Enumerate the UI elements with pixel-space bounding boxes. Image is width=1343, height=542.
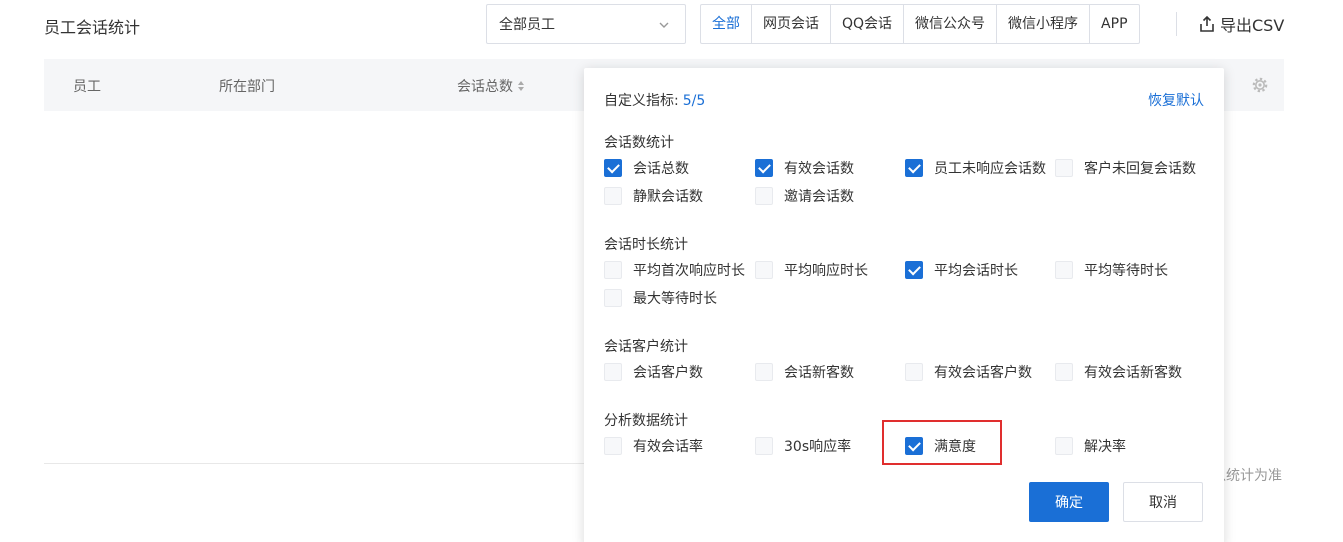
header-divider xyxy=(1176,12,1177,36)
option-session-new-customers[interactable]: 会话新客数 xyxy=(755,362,854,382)
checkbox[interactable] xyxy=(755,437,773,455)
checkbox[interactable] xyxy=(604,363,622,381)
export-icon xyxy=(1200,15,1214,32)
checkbox[interactable] xyxy=(1055,363,1073,381)
column-total-sessions-label: 会话总数 xyxy=(457,79,513,95)
checkbox[interactable] xyxy=(905,261,923,279)
option-label: 有效会话客户数 xyxy=(934,365,1032,381)
tab-all[interactable]: 全部 xyxy=(701,5,752,43)
checkbox[interactable] xyxy=(755,261,773,279)
option-total-sessions[interactable]: 会话总数 xyxy=(604,158,689,178)
checkbox[interactable] xyxy=(604,261,622,279)
group-title-session-customers: 会话客户统计 xyxy=(604,339,688,355)
checkbox[interactable] xyxy=(604,289,622,307)
option-label: 有效会话数 xyxy=(784,161,854,177)
option-label: 平均会话时长 xyxy=(934,263,1018,279)
column-employee: 员工 xyxy=(73,79,101,95)
panel-header: 自定义指标: 5/5 xyxy=(604,90,705,110)
option-unresponded-sessions[interactable]: 员工未响应会话数 xyxy=(905,158,1046,178)
option-label: 邀请会话数 xyxy=(784,189,854,205)
option-label: 员工未响应会话数 xyxy=(934,161,1046,177)
table-bottom-divider xyxy=(44,463,589,464)
column-total-sessions[interactable]: 会话总数 xyxy=(457,76,525,96)
checkbox[interactable] xyxy=(604,187,622,205)
option-valid-session-new-customers[interactable]: 有效会话新客数 xyxy=(1055,362,1182,382)
checkbox[interactable] xyxy=(905,363,923,381)
checkbox[interactable] xyxy=(1055,437,1073,455)
employee-select-value: 全部员工 xyxy=(499,17,555,33)
checkbox[interactable] xyxy=(755,159,773,177)
option-customer-no-reply[interactable]: 客户未回复会话数 xyxy=(1055,158,1196,178)
employee-select[interactable]: 全部员工 xyxy=(486,4,686,44)
cancel-button[interactable]: 取消 xyxy=(1123,482,1203,522)
checkbox[interactable] xyxy=(755,187,773,205)
option-avg-wait[interactable]: 平均等待时长 xyxy=(1055,260,1168,280)
checkbox[interactable] xyxy=(604,437,622,455)
gear-icon[interactable] xyxy=(1250,75,1270,95)
chevron-down-icon xyxy=(659,22,669,28)
option-resolution-rate[interactable]: 解决率 xyxy=(1055,436,1126,456)
group-title-analysis: 分析数据统计 xyxy=(604,413,688,429)
checkbox[interactable] xyxy=(905,159,923,177)
option-avg-session-duration[interactable]: 平均会话时长 xyxy=(905,260,1018,280)
option-session-customers[interactable]: 会话客户数 xyxy=(604,362,703,382)
sort-icon xyxy=(518,81,524,91)
option-valid-sessions[interactable]: 有效会话数 xyxy=(755,158,854,178)
option-label: 会话客户数 xyxy=(633,365,703,381)
option-label: 会话总数 xyxy=(633,161,689,177)
option-label: 静默会话数 xyxy=(633,189,703,205)
group-title-session-count: 会话数统计 xyxy=(604,135,674,151)
option-valid-session-customers[interactable]: 有效会话客户数 xyxy=(905,362,1032,382)
option-label: 平均等待时长 xyxy=(1084,263,1168,279)
checkbox[interactable] xyxy=(755,363,773,381)
option-label: 客户未回复会话数 xyxy=(1084,161,1196,177)
highlight-box xyxy=(882,420,1002,465)
restore-default-link[interactable]: 恢复默认 xyxy=(1148,90,1204,110)
option-label: 有效会话新客数 xyxy=(1084,365,1182,381)
confirm-button[interactable]: 确定 xyxy=(1029,482,1109,522)
option-max-wait[interactable]: 最大等待时长 xyxy=(604,288,717,308)
checkbox[interactable] xyxy=(1055,159,1073,177)
option-label: 最大等待时长 xyxy=(633,291,717,307)
option-invited-sessions[interactable]: 邀请会话数 xyxy=(755,186,854,206)
custom-metrics-panel: 自定义指标: 5/5 恢复默认 会话数统计 会话总数 有效会话数 员工未响应会话数… xyxy=(584,68,1224,542)
option-label: 解决率 xyxy=(1084,439,1126,455)
option-avg-response[interactable]: 平均响应时长 xyxy=(755,260,868,280)
checkbox[interactable] xyxy=(604,159,622,177)
channel-tabs: 全部 网页会话 QQ会话 微信公众号 微信小程序 APP xyxy=(700,4,1140,44)
tab-app[interactable]: APP xyxy=(1090,5,1138,43)
option-label: 平均响应时长 xyxy=(784,263,868,279)
tab-wechat-miniprogram[interactable]: 微信小程序 xyxy=(997,5,1091,43)
option-label: 会话新客数 xyxy=(784,365,854,381)
option-label: 30s响应率 xyxy=(784,439,852,455)
selected-count: 5/5 xyxy=(682,93,706,109)
option-label: 有效会话率 xyxy=(633,439,703,455)
page-title: 员工会话统计 xyxy=(44,18,141,37)
option-valid-session-rate[interactable]: 有效会话率 xyxy=(604,436,703,456)
group-title-session-duration: 会话时长统计 xyxy=(604,237,688,253)
option-label: 平均首次响应时长 xyxy=(633,263,745,279)
column-department: 所在部门 xyxy=(219,79,275,95)
option-avg-first-response[interactable]: 平均首次响应时长 xyxy=(604,260,745,280)
option-silent-sessions[interactable]: 静默会话数 xyxy=(604,186,703,206)
export-label: 导出CSV xyxy=(1220,16,1285,35)
tab-qq[interactable]: QQ会话 xyxy=(831,5,905,43)
panel-label: 自定义指标: xyxy=(604,93,679,109)
checkbox[interactable] xyxy=(1055,261,1073,279)
option-30s-response-rate[interactable]: 30s响应率 xyxy=(755,436,851,456)
tab-web[interactable]: 网页会话 xyxy=(752,5,831,43)
export-csv-button[interactable]: 导出CSV xyxy=(1198,12,1284,36)
tab-wechat-official[interactable]: 微信公众号 xyxy=(904,5,998,43)
